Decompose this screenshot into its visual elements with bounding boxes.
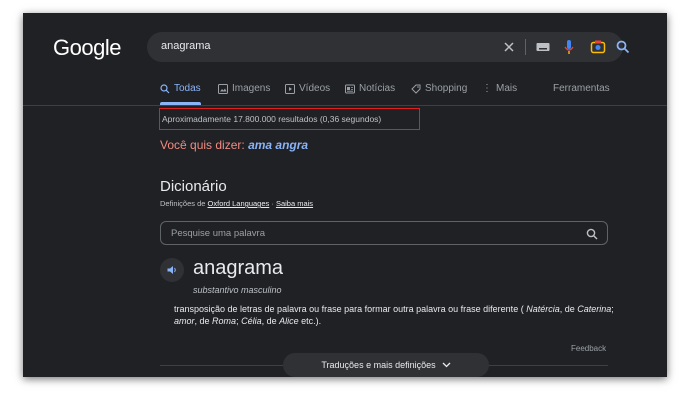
dictionary-search-input[interactable]: Pesquise uma palavra <box>171 228 265 239</box>
source-separator: · <box>271 199 274 208</box>
dictionary-word: anagrama <box>193 257 284 279</box>
tab-label: Mais <box>496 83 518 94</box>
result-stats: Aproximadamente 17.800.000 resultados (0… <box>162 114 382 124</box>
tab-videos[interactable]: Vídeos <box>285 83 330 94</box>
tools-button[interactable]: Ferramentas <box>553 83 610 94</box>
definition: transposição de letras de palavra ou fra… <box>174 303 614 327</box>
speaker-icon <box>167 266 176 274</box>
search-divider <box>525 39 526 55</box>
tabs-divider <box>23 105 667 106</box>
chevron-down-icon <box>442 362 451 368</box>
source-prefix: Definições de <box>160 199 206 208</box>
tab-label: Todas <box>174 83 201 94</box>
video-icon <box>285 83 295 94</box>
example-word: Roma <box>212 316 237 326</box>
definition-text: , de <box>261 316 277 326</box>
keyboard-icon[interactable] <box>536 38 550 56</box>
learn-more-link[interactable]: Saiba mais <box>276 199 313 208</box>
dictionary-source: Definições de Oxford Languages · Saiba m… <box>160 199 313 208</box>
clear-icon[interactable] <box>503 38 515 56</box>
search-tabs: Todas Imagens Vídeos Notícias Shopping ⋮… <box>23 83 667 105</box>
tab-label: Ferramentas <box>553 83 610 94</box>
oxford-languages-link[interactable]: Oxford Languages <box>208 199 270 208</box>
part-of-speech: substantivo masculino <box>193 285 282 295</box>
example-word: Alice <box>279 316 299 326</box>
tab-label: Imagens <box>232 83 271 94</box>
browser-page: Google anagrama Todas Imagens Vídeos Not… <box>23 13 667 377</box>
search-icon[interactable] <box>586 227 598 245</box>
search-icon[interactable] <box>616 38 630 56</box>
did-you-mean-label: Você quis dizer: <box>160 138 245 152</box>
image-icon <box>218 83 228 94</box>
tab-todas[interactable]: Todas <box>160 83 201 105</box>
tab-noticias[interactable]: Notícias <box>345 83 395 94</box>
result-stats-highlight: Aproximadamente 17.800.000 resultados (0… <box>159 108 420 130</box>
definition-text: transposição de letras de palavra ou fra… <box>174 304 524 314</box>
did-you-mean-link[interactable]: ama angra <box>248 138 308 152</box>
search-icon <box>160 83 170 93</box>
definition-text: ; <box>611 304 614 314</box>
example-word: Natércia <box>526 304 560 314</box>
tab-mais[interactable]: ⋮ Mais <box>482 83 517 94</box>
tab-imagens[interactable]: Imagens <box>218 83 270 94</box>
tab-label: Vídeos <box>299 83 331 94</box>
example-word: amor <box>174 316 195 326</box>
search-box[interactable]: anagrama <box>147 32 630 62</box>
tag-icon <box>411 84 421 94</box>
more-definitions-button[interactable]: Traduções e mais definições <box>283 353 489 377</box>
definition-text: , de <box>194 316 210 326</box>
search-input[interactable]: anagrama <box>161 40 211 52</box>
definition-text: , de <box>559 304 575 314</box>
tab-label: Notícias <box>359 83 396 94</box>
tab-label: Shopping <box>425 83 468 94</box>
dictionary-search-box[interactable]: Pesquise uma palavra <box>160 221 608 245</box>
example-word: Caterina <box>577 304 612 314</box>
more-definitions-label: Traduções e mais definições <box>321 360 436 370</box>
did-you-mean: Você quis dizer: ama angra <box>160 138 308 152</box>
google-logo[interactable]: Google <box>53 35 121 61</box>
tab-shopping[interactable]: Shopping <box>411 83 467 94</box>
camera-lens-icon[interactable] <box>590 38 606 56</box>
more-vert-icon: ⋮ <box>482 82 492 94</box>
news-icon <box>345 84 355 93</box>
dictionary-title: Dicionário <box>160 178 227 195</box>
feedback-link[interactable]: Feedback <box>571 344 606 353</box>
pronunciation-button[interactable] <box>160 258 184 282</box>
example-word: Célia <box>241 316 262 326</box>
microphone-icon[interactable] <box>564 38 574 56</box>
definition-text: etc.). <box>301 316 322 326</box>
